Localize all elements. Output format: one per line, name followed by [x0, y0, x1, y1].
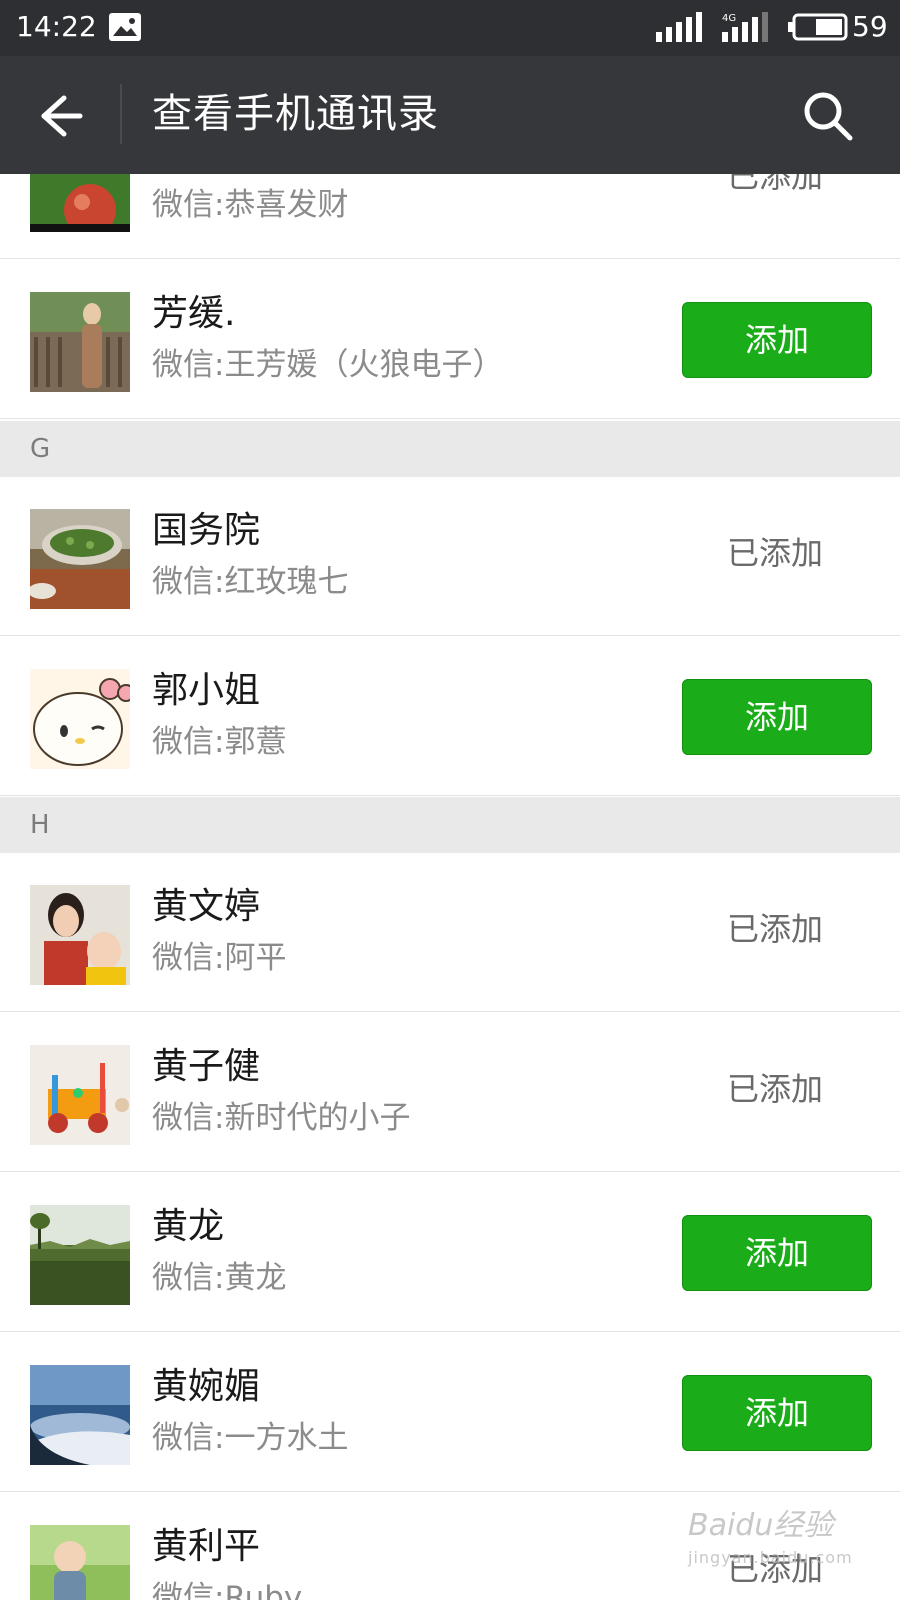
contact-wechat-id: 微信:阿平	[152, 940, 287, 976]
added-status: 已添加	[726, 1070, 823, 1108]
section-header-g: G	[0, 421, 900, 477]
title-divider	[120, 84, 122, 144]
contact-row[interactable]: 郭小姐 微信:郭薏 添加	[0, 637, 900, 796]
contact-name: 黄子健	[152, 1046, 261, 1087]
contact-name: 黄利平	[152, 1526, 261, 1567]
contact-name: 黄龙	[152, 1206, 225, 1247]
contact-wechat-id: 微信:王芳媛（火狼电子）	[152, 347, 504, 383]
contact-row[interactable]: 芳缓. 微信:王芳媛（火狼电子） 添加	[0, 260, 900, 419]
contact-wechat-id: 微信:郭薏	[152, 724, 287, 760]
page-title: 查看手机通讯录	[152, 91, 439, 137]
add-button[interactable]: 添加	[682, 1375, 872, 1451]
status-time: 14:22	[16, 10, 97, 43]
contact-avatar	[30, 1045, 130, 1145]
arrow-left-icon	[41, 95, 83, 137]
add-button[interactable]: 添加	[682, 679, 872, 755]
add-button[interactable]: 添加	[682, 1215, 872, 1291]
contact-avatar	[30, 292, 130, 392]
contact-row[interactable]: 黄文婷 微信:阿平 已添加	[0, 853, 900, 1012]
contact-wechat-id: 微信:恭喜发财	[152, 187, 349, 223]
add-button[interactable]: 添加	[682, 302, 872, 378]
contact-name: 芳缓.	[152, 293, 236, 334]
contact-avatar	[30, 509, 130, 609]
contact-wechat-id: 微信:一方水土	[152, 1420, 349, 1456]
contact-name: 郭小姐	[152, 670, 261, 711]
search-button[interactable]	[798, 86, 858, 146]
contact-name: 黄婉媚	[152, 1366, 261, 1407]
section-header-h: H	[0, 797, 900, 853]
contact-avatar	[30, 1205, 130, 1305]
contact-row[interactable]: 黄婉媚 微信:一方水土 添加	[0, 1333, 900, 1492]
contact-avatar	[30, 669, 130, 769]
contact-list[interactable]: 微信:恭喜发财 已添加 芳缓. 微信:王芳媛（火狼电子） 添加 G 国务院 微信…	[0, 0, 900, 1600]
title-bar: 查看手机通讯录	[0, 56, 900, 174]
battery-level: 59	[852, 10, 888, 43]
gallery-notification-icon	[109, 13, 141, 41]
contact-name: 黄文婷	[152, 886, 261, 927]
signal-strength-icon	[656, 12, 702, 42]
contact-row[interactable]: 黄龙 微信:黄龙 添加	[0, 1173, 900, 1332]
contact-avatar	[30, 1525, 130, 1600]
baidu-watermark: Baidu经验 jingyan.baidu.com	[688, 1508, 853, 1568]
status-bar: 14:22 4G 59	[0, 0, 900, 56]
contact-wechat-id: 微信:黄龙	[152, 1260, 287, 1296]
contact-avatar	[30, 885, 130, 985]
contact-avatar	[30, 1365, 130, 1465]
back-button[interactable]	[28, 86, 92, 146]
contact-row[interactable]: 黄子健 微信:新时代的小子 已添加	[0, 1013, 900, 1172]
battery-icon	[788, 13, 848, 41]
svg-text:4G: 4G	[722, 13, 736, 24]
signal-4g-icon: 4G	[722, 12, 768, 42]
contact-wechat-id: 微信:红玫瑰七	[152, 564, 349, 600]
contact-row[interactable]: 国务院 微信:红玫瑰七 已添加	[0, 477, 900, 636]
added-status: 已添加	[726, 534, 823, 572]
search-icon	[804, 92, 853, 141]
added-status: 已添加	[726, 910, 823, 948]
contact-wechat-id: 微信:Ruby	[152, 1580, 303, 1600]
contact-wechat-id: 微信:新时代的小子	[152, 1100, 411, 1136]
contact-name: 国务院	[152, 510, 261, 551]
